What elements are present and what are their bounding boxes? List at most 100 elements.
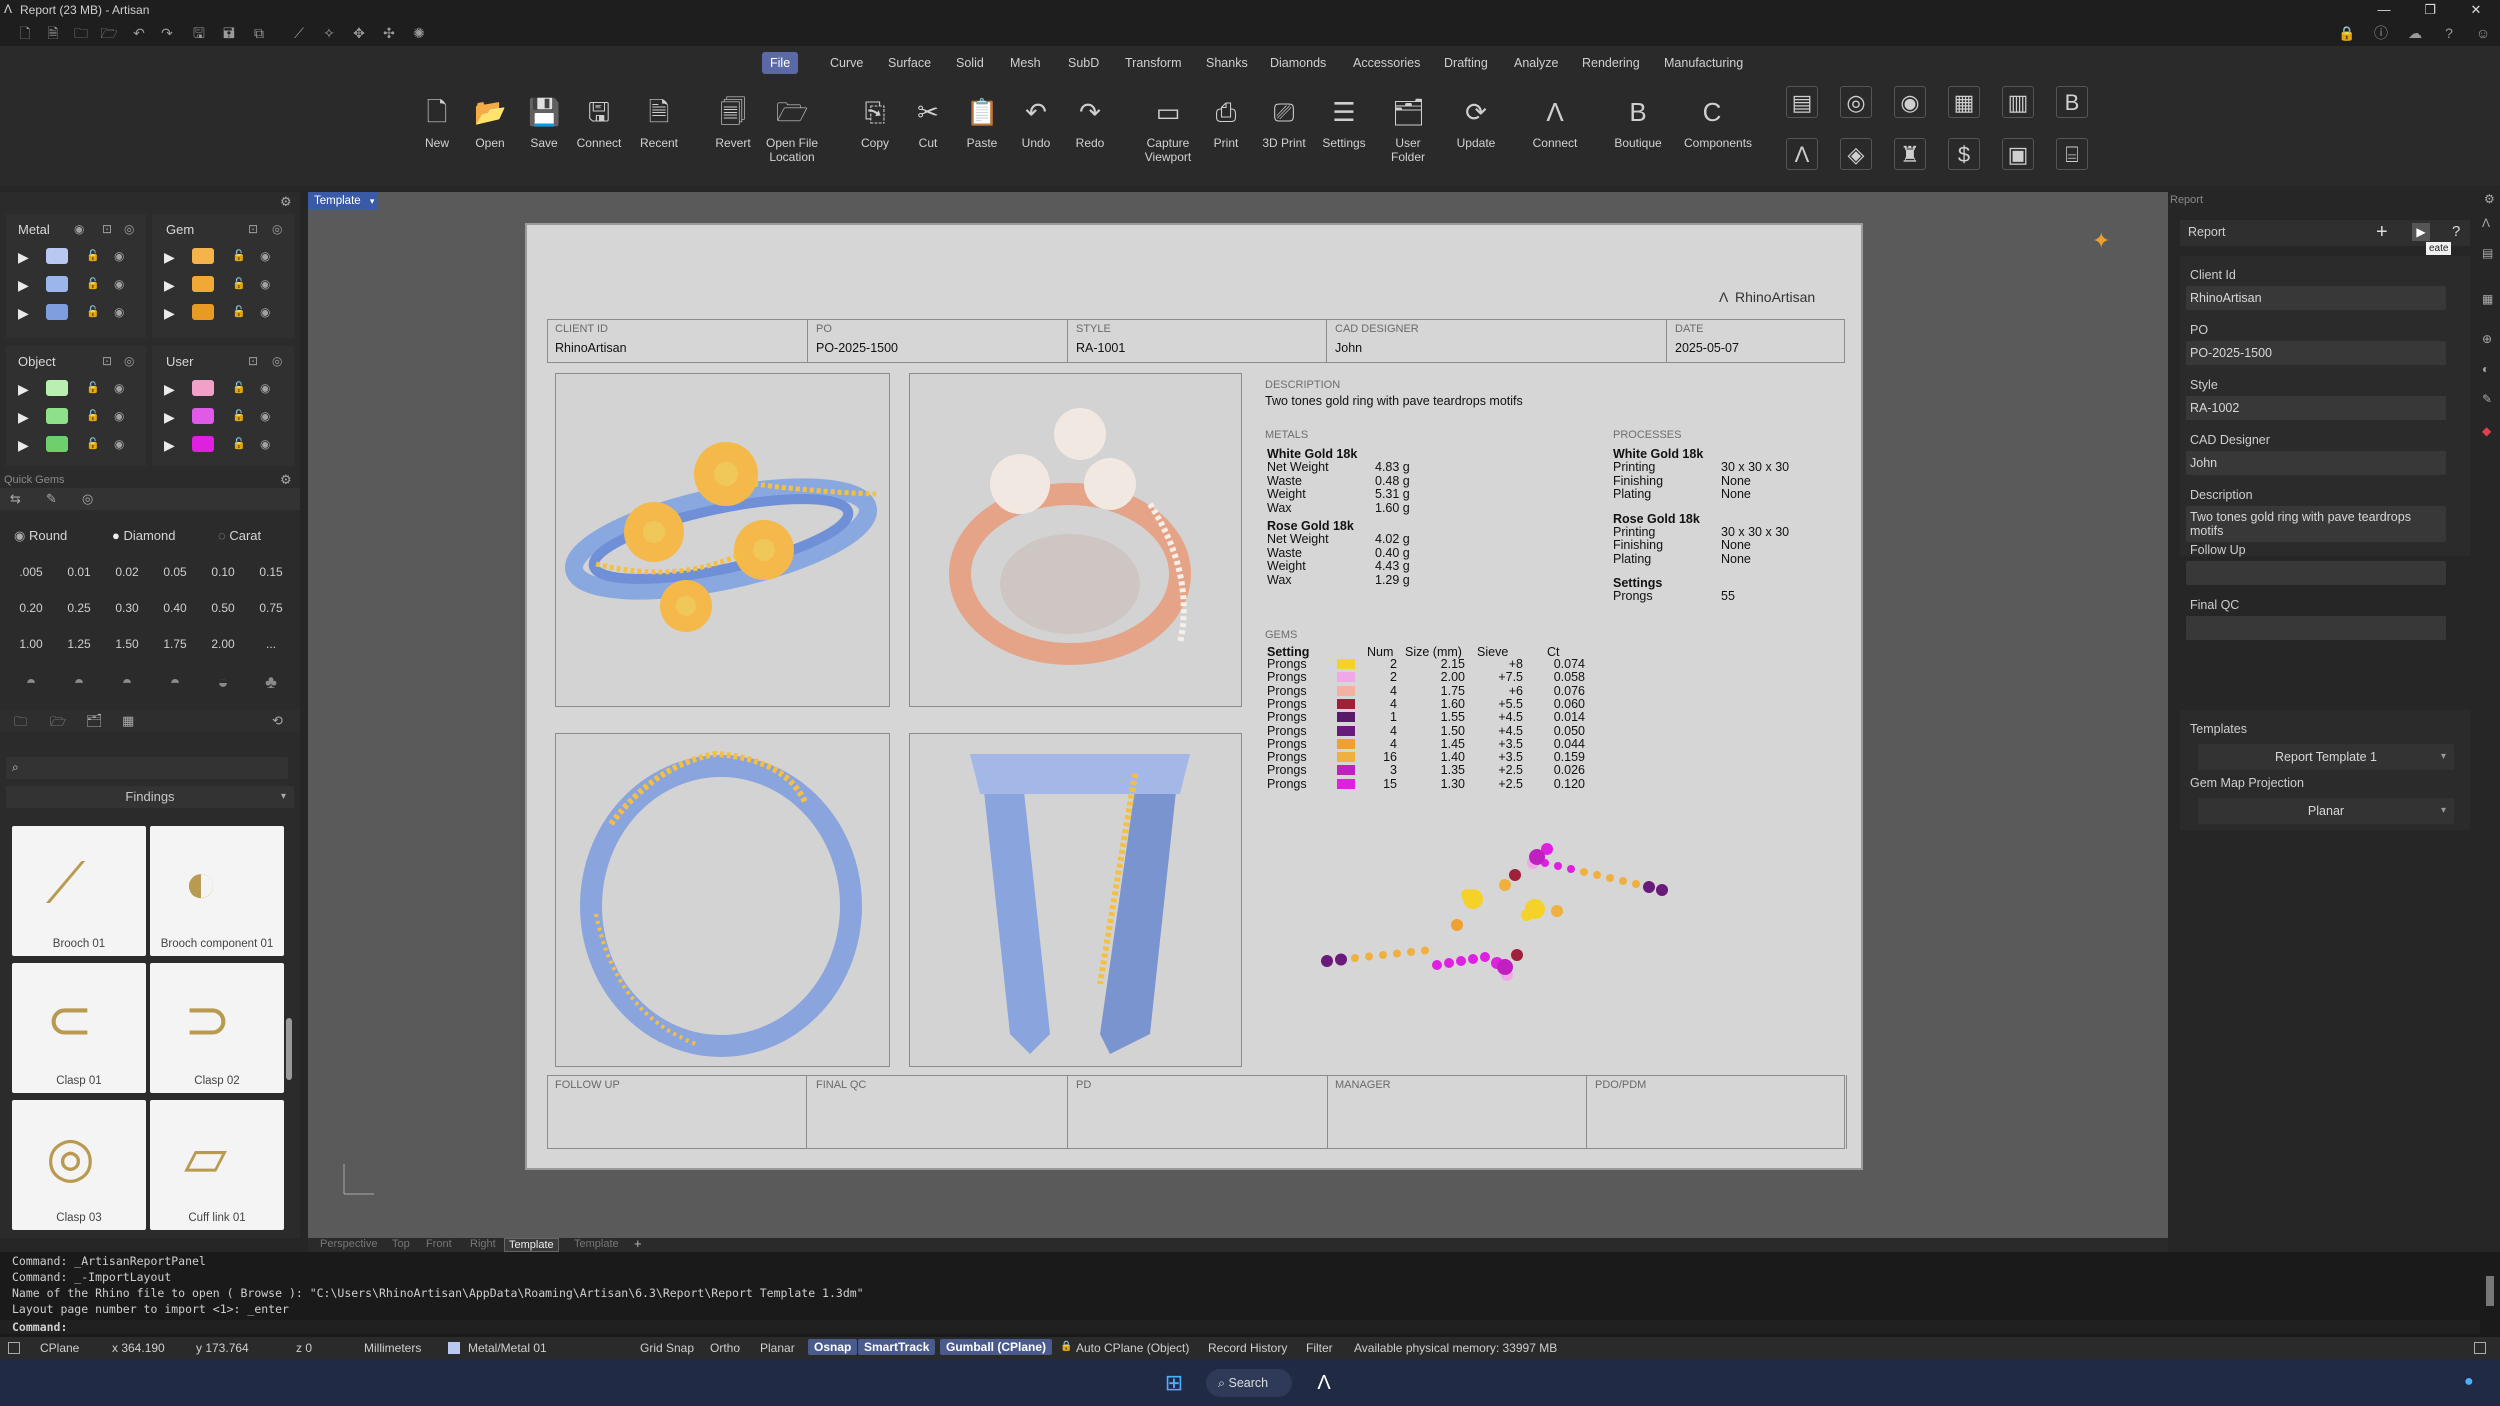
carat-button[interactable]: 0.01 bbox=[58, 558, 100, 586]
qat-new-icon[interactable]: 🗋 bbox=[16, 24, 34, 42]
metal-row-lock-icon[interactable]: 🔓 bbox=[86, 249, 100, 263]
ribbon-tool-icon-7[interactable]: ◈ bbox=[1840, 138, 1872, 170]
side-properties-icon[interactable]: ▦ bbox=[2482, 292, 2493, 306]
ribbon-button-connect-18[interactable]: Λ Connect bbox=[1527, 96, 1583, 176]
status-grid-snap[interactable]: Grid Snap bbox=[640, 1341, 694, 1355]
ribbon-tool-icon-5[interactable]: B bbox=[2056, 86, 2088, 118]
ribbon-tool-icon-3[interactable]: ▦ bbox=[1948, 86, 1980, 118]
field-input[interactable] bbox=[2186, 616, 2446, 640]
qat-help-icon[interactable]: ? bbox=[2440, 24, 2458, 42]
library-grid-icon[interactable]: ▦ bbox=[122, 713, 134, 729]
library-item[interactable]: ◐ Brooch component 01 bbox=[150, 826, 284, 956]
gem-row-color-swatch[interactable] bbox=[192, 304, 214, 320]
library-item[interactable]: ⟋ Brooch 01 bbox=[12, 826, 146, 956]
carat-button[interactable]: 0.30 bbox=[106, 594, 148, 622]
ribbon-button-undo-10[interactable]: ↶ Undo bbox=[1008, 96, 1064, 176]
ribbon-button-print-13[interactable]: ⎙ Print bbox=[1198, 96, 1254, 176]
carat-button[interactable]: ... bbox=[250, 630, 292, 658]
gem-row-eye-icon[interactable]: ◉ bbox=[260, 249, 276, 263]
status-units[interactable]: Millimeters bbox=[364, 1341, 421, 1355]
gem-row-color-swatch[interactable] bbox=[192, 248, 214, 264]
carat-button[interactable]: 0.40 bbox=[154, 594, 196, 622]
viewport-tab-right[interactable]: Right bbox=[466, 1238, 500, 1250]
user-row-lock-icon[interactable]: 🔓 bbox=[232, 381, 246, 395]
object-row-lock-icon[interactable]: 🔓 bbox=[86, 409, 100, 423]
object-row-lock-icon[interactable]: 🔓 bbox=[86, 381, 100, 395]
maximize-button[interactable]: ❐ bbox=[2412, 0, 2448, 20]
gem-shape-icon[interactable]: ♣ bbox=[250, 668, 292, 696]
artisan-taskbar-icon[interactable]: Λ bbox=[1310, 1369, 1338, 1397]
qat-save-icon[interactable]: 🖫 bbox=[190, 24, 208, 42]
ribbon-tab-file[interactable]: File bbox=[762, 52, 799, 74]
ribbon-button-cut-8[interactable]: ✂ Cut bbox=[900, 96, 956, 176]
gem-round-button[interactable]: ◉ Round bbox=[14, 522, 67, 550]
ribbon-button-connect-3[interactable]: 🖫 Connect bbox=[571, 96, 627, 176]
side-materials-icon[interactable]: ✎ bbox=[2482, 392, 2492, 406]
ribbon-tool-icon-11[interactable]: ⌸ bbox=[2056, 138, 2088, 170]
user-row-eye-icon[interactable]: ◉ bbox=[260, 409, 276, 423]
library-refresh-icon[interactable]: ⟲ bbox=[272, 713, 283, 729]
qat-gem-icon[interactable]: ✧ bbox=[320, 24, 338, 42]
command-scrollbar[interactable] bbox=[2486, 1276, 2494, 1306]
user-row-color-swatch[interactable] bbox=[192, 408, 214, 424]
carat-button[interactable]: 1.00 bbox=[10, 630, 52, 658]
ribbon-button-open-1[interactable]: 📂 Open bbox=[462, 96, 518, 176]
viewport-tab-front[interactable]: Front bbox=[422, 1238, 456, 1250]
gem-row-eye-icon[interactable]: ◉ bbox=[260, 305, 276, 319]
library-search-input[interactable]: ⌕ bbox=[6, 757, 288, 779]
gem-row-color-swatch[interactable] bbox=[192, 276, 214, 292]
carat-button[interactable]: 0.75 bbox=[250, 594, 292, 622]
object-row-eye-icon[interactable]: ◉ bbox=[114, 381, 130, 395]
add-tab-icon[interactable]: + bbox=[634, 1236, 642, 1251]
library-scrollbar[interactable] bbox=[286, 1018, 292, 1080]
ribbon-button-components-20[interactable]: C Components bbox=[1684, 96, 1752, 176]
update-report-button[interactable]: ▶ bbox=[2412, 223, 2430, 241]
object-header-visibility-icon[interactable]: ◎ bbox=[124, 354, 140, 368]
status-record-history[interactable]: Record History bbox=[1208, 1341, 1287, 1355]
ribbon-button-new-0[interactable]: 🗋 New bbox=[409, 96, 465, 176]
object-header-lock-icon[interactable]: ⊡ bbox=[102, 354, 118, 368]
gem-tool-pick-icon[interactable]: ✎ bbox=[46, 491, 57, 507]
sun-light-icon[interactable]: ✦ bbox=[2092, 228, 2110, 254]
metal-row-eye-icon[interactable]: ◉ bbox=[114, 305, 130, 319]
qat-snap-icon[interactable]: ✣ bbox=[380, 24, 398, 42]
ribbon-tab-diamonds[interactable]: Diamonds bbox=[1262, 52, 1334, 74]
qat-copy-icon[interactable]: ⧉ bbox=[250, 24, 268, 42]
user-row-play-icon[interactable]: ▶ bbox=[164, 410, 178, 424]
metal-header-visibility-icon[interactable]: ◎ bbox=[124, 222, 140, 236]
library-folder-icon[interactable]: 🗀 bbox=[14, 713, 27, 735]
library-open-icon[interactable]: 🗂 bbox=[86, 713, 103, 729]
qat-template-icon[interactable]: 🗎 bbox=[44, 24, 62, 42]
metal-row-play-icon[interactable]: ▶ bbox=[18, 250, 32, 264]
user-row-lock-icon[interactable]: 🔓 bbox=[232, 409, 246, 423]
gem-tool-arrow-icon[interactable]: ⇆ bbox=[10, 491, 21, 507]
field-input[interactable]: PO-2025-1500 bbox=[2186, 341, 2446, 365]
metal-row-eye-icon[interactable]: ◉ bbox=[114, 277, 130, 291]
status-smarttrack[interactable]: SmartTrack bbox=[858, 1339, 936, 1355]
ribbon-button-3d-print-14[interactable]: ⎚ 3D Print bbox=[1256, 96, 1312, 176]
object-row-eye-icon[interactable]: ◉ bbox=[114, 437, 130, 451]
metal-row-play-icon[interactable]: ▶ bbox=[18, 306, 32, 320]
qat-user-icon[interactable]: ☺ bbox=[2474, 24, 2492, 42]
field-input[interactable] bbox=[2186, 561, 2446, 585]
ribbon-button-boutique-19[interactable]: B Boutique bbox=[1610, 96, 1666, 176]
field-input[interactable]: John bbox=[2186, 451, 2446, 475]
gem-tool-target-icon[interactable]: ◎ bbox=[82, 491, 93, 507]
ribbon-tool-icon-0[interactable]: ▤ bbox=[1786, 86, 1818, 118]
ribbon-button-update-17[interactable]: ⟳ Update bbox=[1448, 96, 1504, 176]
user-header-visibility-icon[interactable]: ◎ bbox=[272, 354, 288, 368]
status-gumball[interactable]: Gumball (CPlane) bbox=[940, 1339, 1053, 1355]
metal-row-lock-icon[interactable]: 🔓 bbox=[86, 277, 100, 291]
object-row-eye-icon[interactable]: ◉ bbox=[114, 409, 130, 423]
ribbon-button-copy-7[interactable]: ⎘ Copy bbox=[847, 96, 903, 176]
metal-row-color-swatch[interactable] bbox=[46, 248, 68, 264]
library-item[interactable]: ⊂ Clasp 01 bbox=[12, 963, 146, 1093]
library-item[interactable]: ◎ Clasp 03 bbox=[12, 1100, 146, 1230]
object-row-lock-icon[interactable]: 🔓 bbox=[86, 437, 100, 451]
carat-button[interactable]: 0.15 bbox=[250, 558, 292, 586]
ribbon-tool-icon-4[interactable]: ▥ bbox=[2002, 86, 2034, 118]
windows-start-icon[interactable]: ⊞ bbox=[1162, 1371, 1186, 1395]
ribbon-tab-solid[interactable]: Solid bbox=[948, 52, 992, 74]
side-report-icon[interactable]: Λ bbox=[2482, 216, 2490, 230]
library-item[interactable]: ▱ Cuff link 01 bbox=[150, 1100, 284, 1230]
